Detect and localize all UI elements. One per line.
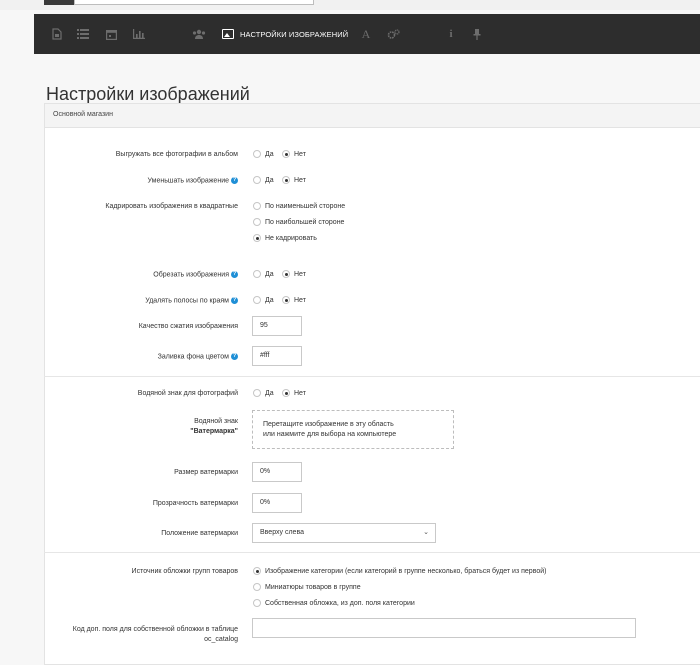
radio-circle: [253, 296, 261, 304]
remove-borders-no[interactable]: Нет: [282, 296, 306, 304]
watermark-opacity-input[interactable]: 0%: [252, 493, 302, 513]
radio-circle: [282, 176, 290, 184]
pin-icon[interactable]: [470, 27, 484, 41]
compression-quality-input[interactable]: 95: [252, 316, 302, 336]
cover-option-thumbnails[interactable]: Миниатюры товаров в группе: [253, 583, 361, 591]
watermark-enabled-no[interactable]: Нет: [282, 389, 306, 397]
watermark-position-select[interactable]: Вверху слева ⌄: [252, 523, 436, 543]
users-icon[interactable]: [192, 27, 206, 41]
radio-circle: [253, 599, 261, 607]
cover-option-custom[interactable]: Собственная обложка, из доп. поля катего…: [253, 599, 415, 607]
watermark-size-label: Размер ватермарки: [174, 469, 238, 476]
radio-circle: [282, 270, 290, 278]
help-icon[interactable]: ?: [231, 271, 238, 278]
remove-borders-yes[interactable]: Да: [253, 296, 274, 304]
dropzone-line1: Перетащите изображение в эту область: [263, 421, 394, 428]
reduce-image-label: Уменьшать изображение?: [147, 177, 238, 185]
reduce-image-yes[interactable]: Да: [253, 176, 274, 184]
compression-quality-label: Качество сжатия изображения: [138, 323, 238, 330]
radio-circle: [253, 583, 261, 591]
watermark-size-input[interactable]: 0%: [252, 462, 302, 482]
album-upload-no[interactable]: Нет: [282, 150, 306, 158]
radio-circle: [282, 296, 290, 304]
radio-circle: [253, 389, 261, 397]
section-divider: [44, 552, 700, 553]
crop-square-label: Кадрировать изображения в квадратные: [105, 203, 238, 210]
trim-image-yes[interactable]: Да: [253, 270, 274, 278]
top-strip-dark-block: [44, 0, 74, 5]
album-upload-yes[interactable]: Да: [253, 150, 274, 158]
cogs-icon[interactable]: [386, 27, 400, 41]
chevron-down-icon: ⌄: [423, 529, 429, 536]
custom-cover-field-label: Код доп. поля для собственной обложки в …: [72, 626, 238, 643]
settings-panel: Основной магазин: [44, 103, 700, 665]
crop-option-none[interactable]: Не кадрировать: [253, 234, 317, 242]
tab-image-settings[interactable]: НАСТРОЙКИ ИЗОБРАЖЕНИЙ: [222, 22, 348, 46]
info-icon[interactable]: i: [444, 27, 458, 41]
tab-image-settings-label: НАСТРОЙКИ ИЗОБРАЖЕНИЙ: [240, 29, 349, 39]
cover-source-label: Источник обложки групп товаров: [131, 568, 238, 575]
calendar-icon[interactable]: [104, 27, 118, 41]
cover-option-category-image[interactable]: Изображение категории (если категорий в …: [253, 567, 546, 575]
radio-circle: [282, 389, 290, 397]
radio-circle: [253, 150, 261, 158]
fill-color-input[interactable]: #fff: [252, 346, 302, 366]
panel-heading: Основной магазин: [45, 104, 700, 128]
watermark-position-value: Вверху слева: [260, 529, 304, 536]
top-search-input[interactable]: [74, 0, 314, 5]
album-upload-label: Выгружать все фотографии в альбом: [115, 151, 238, 158]
dropzone-line2: или нажмите для выбора на компьютере: [263, 431, 397, 438]
image-icon: [222, 29, 234, 39]
file-icon[interactable]: [50, 27, 64, 41]
crop-option-largest[interactable]: По наибольшей стороне: [253, 218, 344, 226]
crop-option-smallest[interactable]: По наименьшей стороне: [253, 202, 345, 210]
remove-borders-label: Удалять полосы по краям?: [145, 297, 238, 305]
custom-cover-field-input[interactable]: [252, 618, 636, 638]
watermark-dropzone[interactable]: Перетащите изображение в эту область или…: [252, 410, 454, 449]
section-divider: [44, 376, 700, 377]
fill-color-label: Заливка фона цветом?: [157, 353, 238, 361]
top-strip: [0, 0, 700, 10]
list-icon[interactable]: [76, 27, 90, 41]
page-title: Настройки изображений: [46, 84, 250, 105]
radio-circle: [253, 176, 261, 184]
trim-image-no[interactable]: Нет: [282, 270, 306, 278]
reduce-image-no[interactable]: Нет: [282, 176, 306, 184]
radio-circle: [253, 234, 261, 242]
panel-heading-label: Основной магазин: [53, 111, 113, 118]
watermark-enabled-label: Водяной знак для фотографий: [137, 390, 238, 397]
module-toolbar: НАСТРОЙКИ ИЗОБРАЖЕНИЙ A i: [34, 14, 700, 54]
help-icon[interactable]: ?: [231, 177, 238, 184]
help-icon[interactable]: ?: [231, 353, 238, 360]
watermark-opacity-label: Прозрачность ватермарки: [152, 500, 238, 507]
help-icon[interactable]: ?: [231, 297, 238, 304]
watermark-position-label: Положение ватермарки: [161, 530, 238, 537]
trim-image-label: Обрезать изображения?: [153, 271, 238, 279]
watermark-enabled-yes[interactable]: Да: [253, 389, 274, 397]
radio-circle: [253, 567, 261, 575]
radio-circle: [253, 270, 261, 278]
chart-icon[interactable]: [132, 27, 146, 41]
radio-circle: [253, 218, 261, 226]
watermark-image-label: Водяной знак "Ватермарка": [190, 418, 238, 435]
radio-circle: [282, 150, 290, 158]
font-icon[interactable]: A: [359, 27, 373, 41]
radio-circle: [253, 202, 261, 210]
